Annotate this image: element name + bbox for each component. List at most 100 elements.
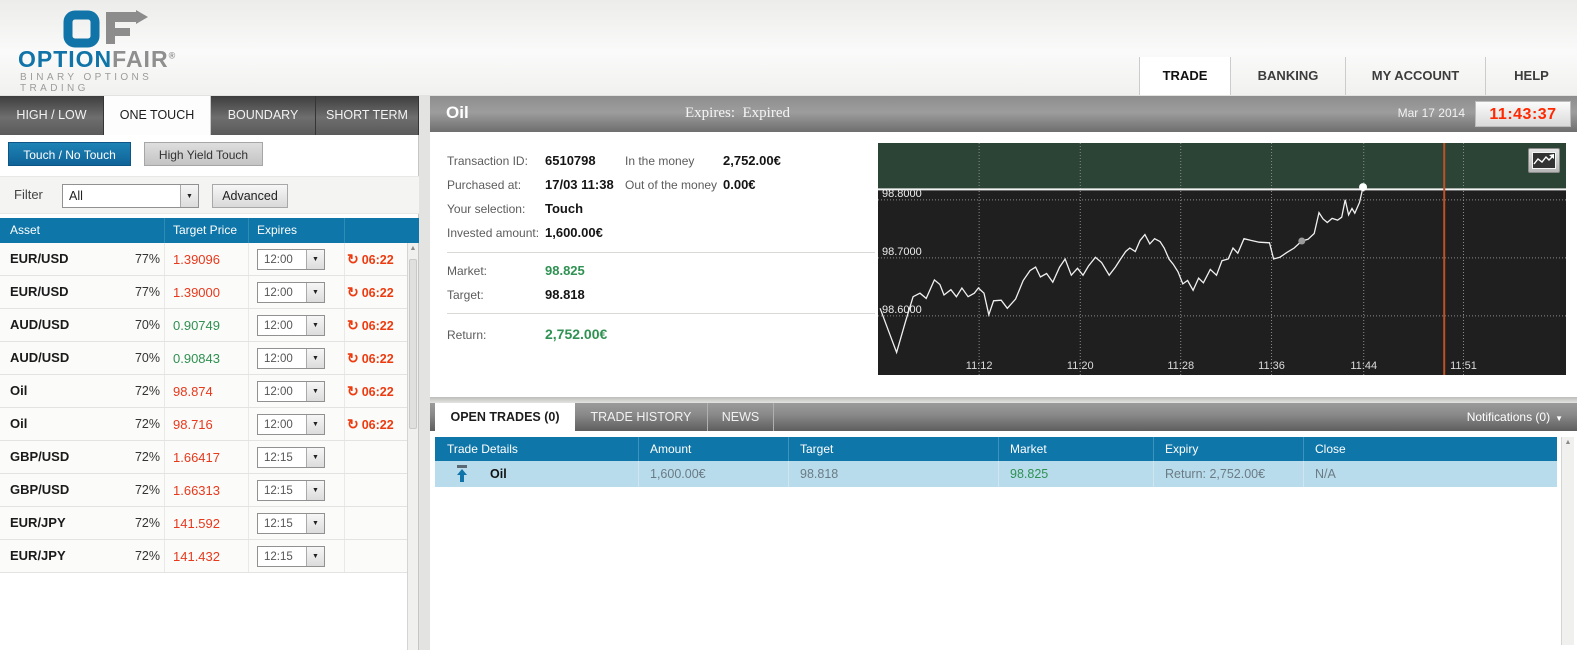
current-time-clock: 11:43:37	[1475, 101, 1571, 127]
col-expiry: Expiry	[1165, 442, 1198, 456]
notifications-dropdown[interactable]: Notifications (0)▼	[1467, 403, 1563, 431]
trade-asset: Oil	[490, 467, 507, 481]
svg-text:11:12: 11:12	[966, 360, 993, 372]
expiry-select[interactable]: 12:00 ▼	[257, 249, 325, 270]
chevron-down-icon[interactable]: ▼	[306, 547, 324, 566]
expiry-select[interactable]: 12:00 ▼	[257, 414, 325, 435]
subtab-high-yield-touch[interactable]: High Yield Touch	[144, 142, 263, 166]
trades-panel: OPEN TRADES (0) TRADE HISTORY NEWS Notif…	[430, 403, 1577, 650]
tab-one-touch[interactable]: ONE TOUCH	[104, 96, 211, 135]
tab-open-trades[interactable]: OPEN TRADES (0)	[435, 403, 575, 431]
chevron-down-icon[interactable]: ▼	[180, 185, 198, 207]
nav-tab-banking[interactable]: BANKING	[1230, 57, 1345, 95]
chevron-down-icon[interactable]: ▼	[306, 448, 324, 467]
price-chart-canvas: 11:1211:2011:2811:3611:4411:5198.800098.…	[878, 143, 1566, 375]
trade-asset-title: Oil	[446, 103, 469, 123]
nav-tab-help[interactable]: HELP	[1485, 57, 1577, 95]
advanced-button[interactable]: Advanced	[212, 184, 288, 208]
market-label: Market:	[447, 264, 487, 278]
expiry-select-value: 12:00	[264, 254, 293, 266]
countdown-clock-icon: ↻	[347, 350, 359, 366]
brand-name: OPTIONFAIR®	[18, 46, 176, 73]
asset-list-scrollbar[interactable]: ▲	[407, 243, 418, 650]
expiry-select-value: 12:15	[264, 485, 293, 497]
tab-high-low[interactable]: HIGH / LOW	[0, 96, 104, 135]
nav-tab-my-account[interactable]: MY ACCOUNT	[1345, 57, 1485, 95]
chevron-down-icon[interactable]: ▼	[306, 415, 324, 434]
countdown-clock-icon: ↻	[347, 416, 359, 432]
trade-expiry: Return: 2,752.00€	[1165, 467, 1265, 481]
filter-label: Filter	[14, 187, 43, 202]
expiry-select[interactable]: 12:00 ▼	[257, 315, 325, 336]
expiry-select[interactable]: 12:15 ▼	[257, 513, 325, 534]
asset-row[interactable]: AUD/USD 70% 0.90749 12:00 ▼ ↻06:22	[0, 309, 408, 342]
asset-row[interactable]: Oil 72% 98.716 12:00 ▼ ↻06:22	[0, 408, 408, 441]
asset-row[interactable]: EUR/USD 77% 1.39000 12:00 ▼ ↻06:22	[0, 276, 408, 309]
filter-select[interactable]: All ▼	[62, 184, 199, 208]
expiry-select[interactable]: 12:15 ▼	[257, 546, 325, 567]
target-value: 98.818	[545, 287, 585, 302]
expiry-select-value: 12:00	[264, 320, 293, 332]
asset-target-price: 0.90749	[173, 318, 220, 333]
asset-table: EUR/USD 77% 1.39096 12:00 ▼ ↻06:22 EUR/U…	[0, 243, 408, 573]
chevron-down-icon[interactable]: ▼	[306, 283, 324, 302]
asset-target-price: 1.39000	[173, 285, 220, 300]
chevron-down-icon[interactable]: ▼	[306, 382, 324, 401]
asset-payout: 72%	[118, 549, 160, 563]
asset-row[interactable]: AUD/USD 70% 0.90843 12:00 ▼ ↻06:22	[0, 342, 408, 375]
expiry-select[interactable]: 12:15 ▼	[257, 447, 325, 468]
chevron-down-icon[interactable]: ▼	[306, 349, 324, 368]
top-header: OPTIONFAIR® BINARY OPTIONS TRADING TRADE…	[0, 0, 1577, 95]
trade-header-bar: Oil Expires: Expired Mar 17 2014 11:43:3…	[430, 96, 1577, 132]
brand-logo: OPTIONFAIR® BINARY OPTIONS TRADING	[18, 8, 218, 90]
chevron-down-icon[interactable]: ▼	[306, 316, 324, 335]
asset-row[interactable]: Oil 72% 98.874 12:00 ▼ ↻06:22	[0, 375, 408, 408]
trade-target: 98.818	[800, 467, 838, 481]
tab-news[interactable]: NEWS	[708, 403, 774, 431]
asset-name: EUR/JPY	[10, 515, 66, 530]
col-target-price: Target Price	[173, 223, 237, 237]
scroll-up-icon[interactable]: ▲	[408, 245, 418, 252]
asset-row[interactable]: EUR/JPY 72% 141.432 12:15 ▼	[0, 540, 408, 573]
asset-name: EUR/USD	[10, 251, 69, 266]
asset-name: Oil	[10, 383, 27, 398]
expiry-select[interactable]: 12:00 ▼	[257, 381, 325, 402]
open-trade-row[interactable]: Oil 1,600.00€ 98.818 98.825 Return: 2,75…	[435, 461, 1557, 487]
return-value: 2,752.00€	[545, 326, 607, 342]
scrollbar-thumb[interactable]	[409, 259, 417, 429]
asset-name: Oil	[10, 416, 27, 431]
asset-row[interactable]: GBP/USD 72% 1.66313 12:15 ▼	[0, 474, 408, 507]
expiry-select[interactable]: 12:15 ▼	[257, 480, 325, 501]
trade-market: 98.825	[1010, 467, 1048, 481]
nav-tab-trade[interactable]: TRADE	[1139, 57, 1230, 95]
chart-type-button[interactable]	[1528, 148, 1560, 173]
col-market: Market	[1010, 442, 1047, 456]
asset-row[interactable]: GBP/USD 72% 1.66417 12:15 ▼	[0, 441, 408, 474]
trades-scrollbar[interactable]: ▲	[1561, 437, 1574, 645]
chevron-down-icon[interactable]: ▼	[306, 481, 324, 500]
countdown-clock-icon: ↻	[347, 317, 359, 333]
asset-name: EUR/USD	[10, 284, 69, 299]
subtab-touch-no-touch[interactable]: Touch / No Touch	[8, 142, 131, 166]
tab-short-term[interactable]: SHORT TERM	[316, 96, 419, 135]
asset-payout: 72%	[118, 483, 160, 497]
expiry-select[interactable]: 12:00 ▼	[257, 282, 325, 303]
tab-boundary[interactable]: BOUNDARY	[211, 96, 316, 135]
asset-row[interactable]: EUR/USD 77% 1.39096 12:00 ▼ ↻06:22	[0, 243, 408, 276]
asset-row[interactable]: EUR/JPY 72% 141.592 12:15 ▼	[0, 507, 408, 540]
open-trades-table: Trade Details Amount Target Market Expir…	[435, 437, 1557, 487]
asset-target-price: 1.66313	[173, 483, 220, 498]
chevron-down-icon[interactable]: ▼	[306, 250, 324, 269]
scroll-up-icon[interactable]: ▲	[1562, 439, 1574, 446]
price-chart: 11:1211:2011:2811:3611:4411:5198.800098.…	[878, 143, 1566, 375]
asset-payout: 70%	[118, 351, 160, 365]
touch-up-icon	[455, 465, 469, 485]
countdown-timer: ↻06:22	[347, 284, 394, 301]
expiry-select-value: 12:00	[264, 386, 293, 398]
asset-payout: 77%	[118, 252, 160, 266]
asset-name: GBP/USD	[10, 449, 69, 464]
tab-trade-history[interactable]: TRADE HISTORY	[575, 403, 708, 431]
chevron-down-icon[interactable]: ▼	[306, 514, 324, 533]
expiry-select-value: 12:00	[264, 287, 293, 299]
expiry-select[interactable]: 12:00 ▼	[257, 348, 325, 369]
